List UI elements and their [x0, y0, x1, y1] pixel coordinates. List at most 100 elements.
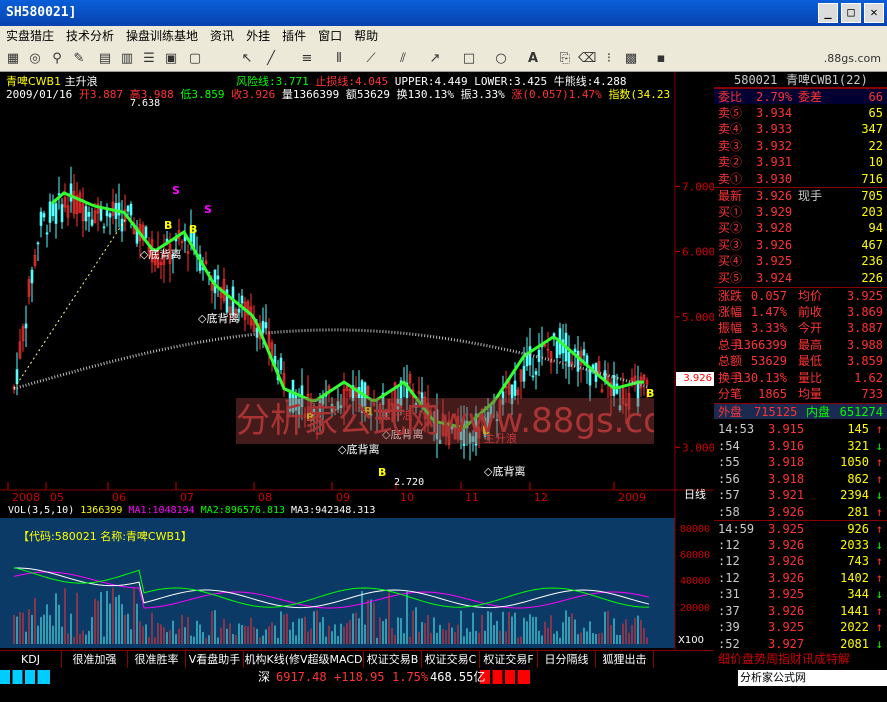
webi-row: 委比 2.79% 委差 66: [714, 88, 887, 104]
buy-row-cell: 买①: [718, 204, 743, 219]
vol-ma2: MA2:896576.813: [200, 505, 286, 516]
tab[interactable]: V看盘助手: [186, 651, 244, 668]
sell-signal: S: [204, 203, 212, 216]
trade-row: :39 3.925 2022 ↑: [714, 619, 887, 635]
menu-item[interactable]: 实盘猎庄: [0, 26, 60, 46]
trade-row-cell: ↑: [875, 620, 883, 634]
candle-body: [573, 348, 577, 353]
menu-item[interactable]: 插件: [276, 26, 312, 46]
fan-icon[interactable]: ⟋: [362, 50, 380, 68]
buy-row-cell: 3.926: [756, 237, 793, 252]
tab[interactable]: KDJ: [0, 651, 62, 668]
inout-row-cell: 715125: [754, 404, 798, 419]
close-button[interactable]: ✕: [864, 3, 884, 23]
trade-row-cell: 3.915: [768, 422, 805, 436]
sell-row-cell: 3.933: [756, 122, 793, 136]
target-icon[interactable]: ◎: [26, 50, 44, 68]
stat-row-cell: 1.47%: [750, 304, 787, 319]
list-icon[interactable]: ☰: [140, 50, 158, 68]
tab[interactable]: 权证交易B: [364, 651, 422, 668]
stat-row-cell: 前收: [798, 304, 823, 319]
menu-item[interactable]: 技术分析: [60, 26, 120, 46]
grid-icon[interactable]: ▦: [4, 50, 22, 68]
signal-bar: [0, 670, 50, 684]
news-ticker[interactable]: 细价盘势周指财讯成特解: [714, 650, 887, 668]
tab[interactable]: 很准胜率: [128, 651, 186, 668]
candle-body: [240, 295, 244, 304]
window-icon[interactable]: ▣: [162, 50, 180, 68]
ellipse-icon[interactable]: ○: [492, 50, 510, 68]
sell-row-cell: 卖②: [718, 155, 743, 169]
stat-row-cell: 均量: [798, 387, 823, 401]
window2-icon[interactable]: ▢: [186, 50, 204, 68]
trade-row-cell: 926: [847, 522, 869, 536]
eraser-icon[interactable]: ⌫: [578, 50, 596, 68]
stat-row-cell: 总额: [718, 354, 743, 368]
sell-row-cell: 3.934: [756, 105, 793, 120]
copy-icon[interactable]: ⎘: [556, 50, 574, 68]
trade-row-cell: 3.918: [768, 471, 805, 486]
line-tool-icon[interactable]: ╱: [262, 50, 280, 68]
trade-row-cell: 3.926: [768, 603, 805, 618]
bars-icon[interactable]: ⦀: [330, 50, 348, 68]
menu-item[interactable]: 资讯: [204, 26, 240, 46]
trade-row-cell: ↑: [875, 522, 883, 536]
pen-icon[interactable]: ✎: [70, 50, 88, 68]
menu-item[interactable]: 帮助: [348, 26, 384, 46]
ohlc-date: 2009/01/16: [6, 88, 73, 101]
rectangle-icon[interactable]: □: [460, 50, 478, 68]
site-link[interactable]: 分析家公式网www.88gs.com: [738, 670, 887, 700]
trade-row-cell: ↑: [875, 471, 883, 486]
stat-row: 总额 53629 最低 3.859: [714, 353, 887, 369]
inout-row: 外盘 715125 内盘 651274: [714, 402, 887, 419]
candle-body: [84, 206, 88, 222]
buy-row-cell: 203: [861, 204, 883, 219]
tab[interactable]: 狐狸出击: [596, 651, 654, 668]
stat-row-cell: 1366399: [736, 337, 787, 352]
tab[interactable]: 权证交易C: [422, 651, 480, 668]
trade-row-cell: 3.925: [768, 587, 805, 601]
menu-item[interactable]: 操盘训练基地: [120, 26, 204, 46]
search-icon[interactable]: ⚲: [48, 50, 66, 68]
save-icon[interactable]: ▪: [652, 50, 670, 68]
dotted-ma-line: [13, 218, 127, 389]
cursor-icon[interactable]: ↖: [238, 50, 256, 68]
stat-row-cell: 130.13%: [736, 370, 787, 385]
channel-icon[interactable]: ⫽: [394, 50, 412, 68]
kline-chart[interactable]: 7.0006.0005.0004.0003.000200805060708091…: [0, 72, 714, 650]
table-icon[interactable]: ▤: [96, 50, 114, 68]
chart-icon[interactable]: ▥: [118, 50, 136, 68]
buy-signal: B: [378, 466, 386, 479]
date-tick-label: 2009: [618, 491, 646, 504]
price-tick-label: 6.000: [682, 246, 714, 259]
webi-row-cell: 66: [868, 90, 883, 104]
period-label[interactable]: 日线: [684, 486, 706, 502]
ohlc-turn: 换130.13%: [396, 88, 454, 101]
sell-row-cell: 716: [861, 171, 883, 186]
date-tick-label: 09: [336, 491, 350, 504]
menu-item[interactable]: 窗口: [312, 26, 348, 46]
tab[interactable]: 日分隔线: [538, 651, 596, 668]
menu-item[interactable]: 外挂: [240, 26, 276, 46]
buy-row-cell: 3.924: [756, 270, 793, 285]
last-price-tag: 3.926: [676, 372, 714, 386]
palette-icon[interactable]: ▩: [622, 50, 640, 68]
levels-icon[interactable]: ≡: [298, 50, 316, 68]
minimize-button[interactable]: _: [818, 3, 838, 23]
toolbar: ▦ ◎ ⚲ ✎ ▤ ▥ ☰ ▣ ▢ ↖ ╱ ≡ ⦀ ⟋ ⫽ ↗ □ ○ A ⎘ …: [0, 46, 887, 72]
trade-row-cell: 1402: [840, 570, 869, 585]
tab[interactable]: 机构K线(修V超级MACD: [244, 651, 364, 668]
buy-row: 买⑤ 3.924 226: [714, 270, 887, 286]
tab[interactable]: 很准加强: [62, 651, 128, 668]
candle-body: [30, 269, 34, 284]
tab[interactable]: 权证交易F: [480, 651, 538, 668]
sell-row-cell: 22: [868, 138, 883, 153]
text-tool-icon[interactable]: A: [524, 50, 542, 68]
dots-icon[interactable]: ⁝: [600, 50, 618, 68]
stat-row-cell: 1865: [758, 387, 787, 401]
maximize-button[interactable]: □: [841, 3, 861, 23]
sell-row-cell: 卖④: [718, 122, 743, 136]
arrow-tool-icon[interactable]: ↗: [426, 50, 444, 68]
stat-row: 换手 130.13% 量比 1.62: [714, 370, 887, 386]
candle-body: [99, 207, 103, 221]
